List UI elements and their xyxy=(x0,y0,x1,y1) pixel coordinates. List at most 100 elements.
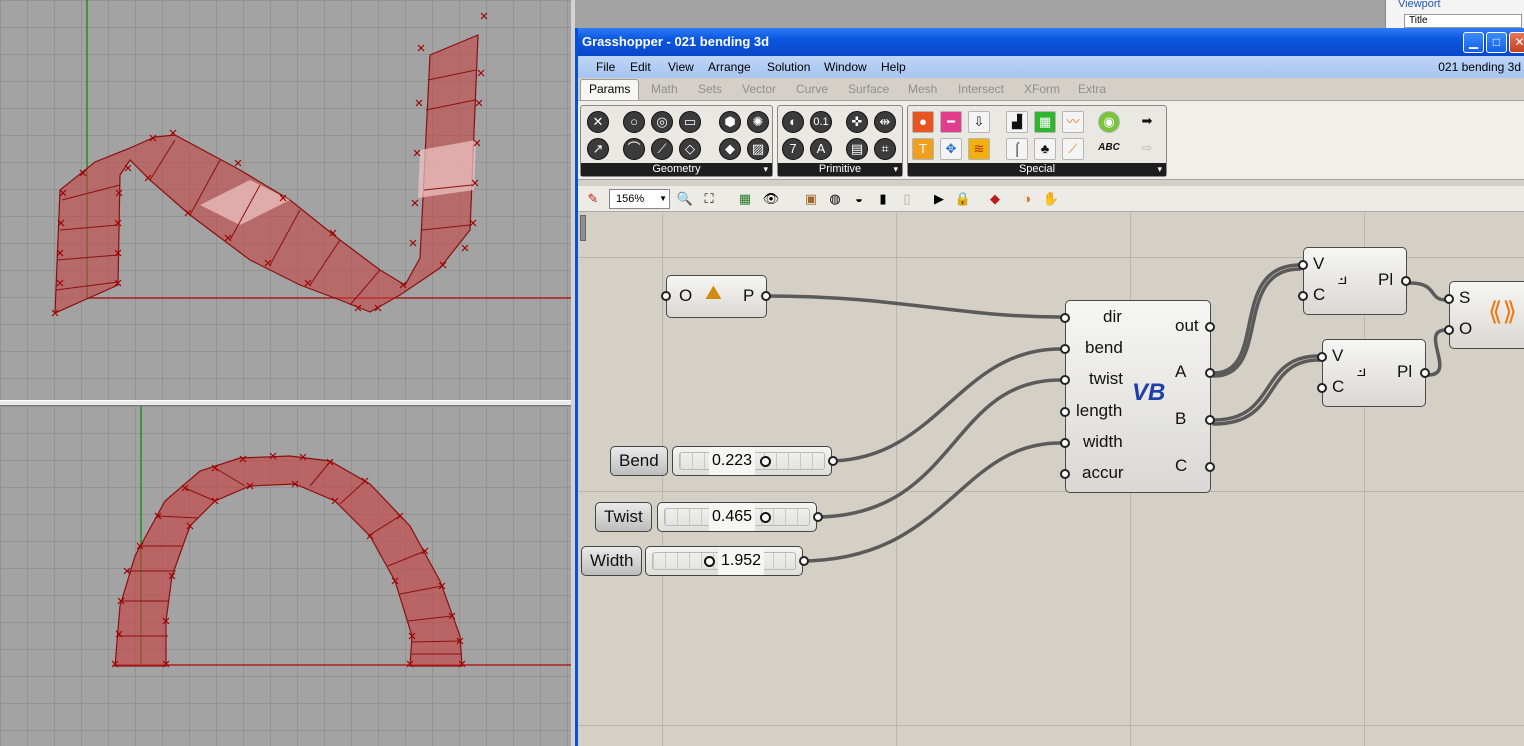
paint-brush-icon[interactable]: ✎ xyxy=(584,190,602,208)
menu-arrange[interactable]: Arrange xyxy=(708,60,751,74)
tab-sets[interactable]: Sets xyxy=(698,81,722,100)
close-icon[interactable]: ✕ xyxy=(1509,32,1524,53)
slider-label-bend[interactable]: Bend xyxy=(610,446,668,476)
battery-icon[interactable]: ▮ xyxy=(874,190,892,208)
data-input-icon[interactable]: ⇩ xyxy=(968,111,990,133)
window-titlebar[interactable]: Grasshopper - 021 bending 3d ▁ □ ✕ xyxy=(578,28,1524,56)
menu-window[interactable]: Window xyxy=(824,60,867,74)
slider-knob-width[interactable] xyxy=(704,556,715,567)
disabled-battery-icon[interactable]: ▯ xyxy=(898,190,916,208)
definition-canvas[interactable]: O ⛰ P dir bend twist length width accur … xyxy=(578,213,1524,746)
tab-surface[interactable]: Surface xyxy=(848,81,889,100)
pl1-output-port[interactable] xyxy=(1401,276,1411,286)
brep-param-icon[interactable]: ⬢ xyxy=(719,111,741,133)
properties-title-field[interactable]: Title xyxy=(1404,14,1522,28)
loft-component[interactable]: S O ⟪⟫ xyxy=(1444,281,1524,349)
menu-edit[interactable]: Edit xyxy=(630,60,651,74)
zoom-select[interactable]: 156% ▼ xyxy=(609,189,670,209)
slider-knob-bend[interactable] xyxy=(760,456,771,467)
menu-file[interactable]: File xyxy=(596,60,615,74)
box-param-icon[interactable]: ▭ xyxy=(679,111,701,133)
menu-view[interactable]: View xyxy=(668,60,694,74)
tab-params[interactable]: Params xyxy=(580,79,640,100)
boolean-param-icon[interactable]: ◐ xyxy=(782,111,804,133)
slider-knob-twist[interactable] xyxy=(760,512,771,523)
origin-component[interactable]: O ⛰ P xyxy=(661,275,771,318)
param-viewer-icon[interactable]: T xyxy=(912,138,934,160)
origin-input-port[interactable] xyxy=(661,291,671,301)
histogram-icon[interactable]: ▟ xyxy=(1006,111,1028,133)
color-swatch-icon[interactable]: ● xyxy=(912,111,934,133)
vector-param-icon[interactable]: ↗ xyxy=(587,138,609,160)
sketch-icon[interactable]: ✋ xyxy=(1042,190,1060,208)
vb-output-port-b[interactable] xyxy=(1205,415,1215,425)
slider-icon[interactable]: ≋ xyxy=(968,138,990,160)
loft-input-port-s[interactable] xyxy=(1444,294,1454,304)
geometry-param-icon[interactable]: ▨ xyxy=(747,138,769,160)
text-tag-icon[interactable]: ABC xyxy=(1098,138,1120,160)
sphere-icon[interactable]: ◍ xyxy=(826,190,844,208)
quick-graph-icon[interactable]: ⌠ xyxy=(1006,138,1028,160)
number-param-icon[interactable]: 0.1 xyxy=(810,111,832,133)
origin-output-port[interactable] xyxy=(761,291,771,301)
path-param-icon[interactable]: ⌗ xyxy=(874,138,896,160)
image-sampler-icon[interactable]: ▦ xyxy=(1034,111,1056,133)
pl2-input-port-c[interactable] xyxy=(1317,383,1327,393)
zoom-icon[interactable]: 🔍 xyxy=(676,190,694,208)
rhino-viewport-perspective[interactable] xyxy=(0,0,571,400)
curve-param-icon[interactable]: ⌒ xyxy=(623,138,645,160)
line-param-icon[interactable]: ⟋ xyxy=(651,138,673,160)
arc-param-icon[interactable]: ◎ xyxy=(651,111,673,133)
pl1-input-port-c[interactable] xyxy=(1298,291,1308,301)
polyline-component-2[interactable]: V C ⟓ Pl xyxy=(1317,339,1430,407)
mask-icon[interactable]: ◒ xyxy=(850,190,868,208)
lock-icon[interactable]: 🔒 xyxy=(954,190,972,208)
maximize-icon[interactable]: □ xyxy=(1486,32,1507,53)
vb-output-port-a[interactable] xyxy=(1205,368,1215,378)
surface-param-icon[interactable]: ◆ xyxy=(719,138,741,160)
pl2-input-port-v[interactable] xyxy=(1317,352,1327,362)
menu-help[interactable]: Help xyxy=(881,60,906,74)
eye-icon[interactable]: 👁 xyxy=(762,190,780,208)
slider-width[interactable]: 1.952 xyxy=(645,546,803,576)
bake-icon[interactable]: ◑ xyxy=(1018,190,1036,208)
gradient-icon[interactable]: ━ xyxy=(940,111,962,133)
pl2-output-port[interactable] xyxy=(1420,368,1430,378)
vb-output-port-c[interactable] xyxy=(1205,462,1215,472)
arrow-hollow-right-icon[interactable]: ⇨ xyxy=(1136,138,1158,160)
integer-param-icon[interactable]: 7 xyxy=(782,138,804,160)
plane-param-icon[interactable]: ◇ xyxy=(679,138,701,160)
arrow-right-icon[interactable]: ➡ xyxy=(1136,111,1158,133)
graph-mapper-icon[interactable]: 〰 xyxy=(1062,111,1084,133)
tab-vector[interactable]: Vector xyxy=(742,81,776,100)
polyline-component-1[interactable]: V C ⟓ Pl xyxy=(1298,247,1411,315)
vb-input-port-width[interactable] xyxy=(1060,438,1070,448)
tree-statistics-icon[interactable]: ♣ xyxy=(1034,138,1056,160)
pl1-input-port-v[interactable] xyxy=(1298,260,1308,270)
rhino-viewport-front[interactable] xyxy=(0,406,571,746)
slider-label-twist[interactable]: Twist xyxy=(595,502,652,532)
colour-wheel-icon[interactable]: ◉ xyxy=(1098,111,1120,133)
galapagos-icon[interactable]: ✥ xyxy=(940,138,962,160)
point-param-icon[interactable]: ✕ xyxy=(587,111,609,133)
tab-math[interactable]: Math xyxy=(651,81,678,100)
slider-output-port-bend[interactable] xyxy=(828,456,838,466)
zoom-extents-icon[interactable]: ⛶ xyxy=(700,190,718,208)
slider-output-port-twist[interactable] xyxy=(813,512,823,522)
slider-bend[interactable]: 0.223 xyxy=(672,446,832,476)
vb-input-port-bend[interactable] xyxy=(1060,344,1070,354)
tab-mesh[interactable]: Mesh xyxy=(908,81,937,100)
shader-param-icon[interactable]: ▤ xyxy=(846,138,868,160)
vb-input-port-accur[interactable] xyxy=(1060,469,1070,479)
play-icon[interactable]: ▶ xyxy=(930,190,948,208)
slider-label-width[interactable]: Width xyxy=(581,546,643,576)
menu-solution[interactable]: Solution xyxy=(767,60,810,74)
bezier-graph-icon[interactable]: ⟋ xyxy=(1062,138,1084,160)
interval-param-icon[interactable]: ⇹ xyxy=(874,111,896,133)
mesh-param-icon[interactable]: ✺ xyxy=(747,111,769,133)
tab-extra[interactable]: Extra xyxy=(1078,81,1106,100)
slider-twist[interactable]: 0.465 xyxy=(657,502,817,532)
vb-input-port-length[interactable] xyxy=(1060,407,1070,417)
tab-curve[interactable]: Curve xyxy=(796,81,828,100)
domain-param-icon[interactable]: ✜ xyxy=(846,111,868,133)
